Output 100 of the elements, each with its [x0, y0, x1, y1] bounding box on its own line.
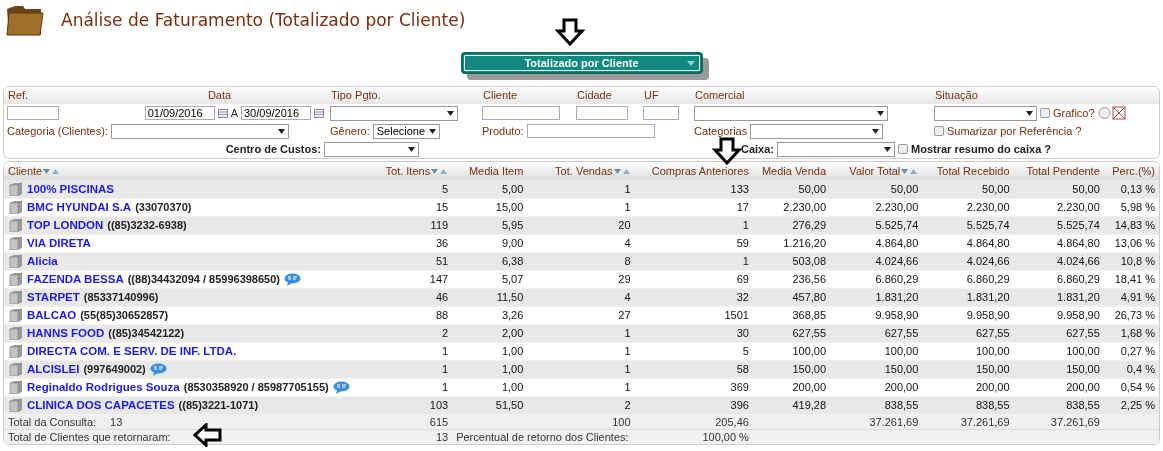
search-and-clear-icon[interactable] [1097, 106, 1126, 120]
field-label: Categoria (Clientes): [7, 125, 108, 137]
table-cell: 0,13 % [1103, 180, 1159, 198]
table-cell: 133 [634, 180, 753, 198]
range-label: A [230, 107, 238, 119]
sort-icon[interactable] [900, 168, 919, 175]
column-header: Perc.(%) [1103, 162, 1159, 180]
client-link[interactable]: DIRECTA COM. E SERV. DE INF. LTDA. [27, 345, 237, 357]
column-header[interactable]: Tot. Vendas [527, 162, 635, 180]
input-field[interactable] [7, 106, 59, 120]
caret-icon [872, 128, 880, 134]
phone-number: (85337140996) [83, 291, 159, 303]
table-cell: 1 [527, 180, 635, 198]
client-link[interactable]: TOP LONDON [27, 219, 104, 231]
sort-icon[interactable] [612, 168, 631, 175]
caret-icon [884, 146, 892, 152]
column-header[interactable]: Tot. Itens [366, 162, 453, 180]
column-header: Total Recebido [922, 162, 1014, 180]
field-label: Produto: [482, 125, 524, 137]
table-cell: Percentual de retorno dos Clientes: [452, 429, 635, 444]
caret-icon [877, 110, 884, 116]
input-field[interactable] [576, 106, 628, 120]
column-header[interactable]: Cliente [4, 162, 367, 180]
dropdown[interactable]: Selecione [372, 123, 440, 139]
checkbox-label: Mostrar resumo do caixa ? [911, 143, 1052, 155]
field-label: UF [644, 89, 659, 101]
caret-icon [1026, 110, 1033, 116]
table-cell: Total de Clientes que retornaram: [4, 429, 367, 444]
dropdown[interactable] [934, 105, 1037, 121]
chat-bubble-icon[interactable] [332, 380, 350, 394]
arrow-icon [192, 423, 222, 447]
input-field[interactable] [526, 124, 655, 138]
input-field[interactable] [643, 106, 679, 120]
caret-icon [428, 128, 436, 134]
phone-number: ((88)34432094 / 85996398650) [127, 273, 280, 285]
field-label: Categorias [694, 125, 748, 137]
client-link[interactable]: STARPET [27, 291, 80, 303]
field-label: Caixa: [741, 143, 775, 155]
box-icon [8, 362, 23, 376]
box-icon [8, 272, 23, 286]
checkbox[interactable] [934, 126, 944, 136]
dropdown[interactable] [777, 141, 896, 157]
field-label: Data [207, 89, 232, 101]
dropdown[interactable] [110, 123, 289, 139]
box-icon [8, 326, 23, 340]
field-label: Tipo Pgto. [331, 89, 381, 101]
chat-bubble-icon[interactable] [284, 272, 301, 286]
client-link[interactable]: BALCAO [27, 309, 77, 321]
column-header[interactable]: Valor Total [830, 162, 923, 180]
dropdown[interactable] [750, 123, 884, 139]
sort-icon[interactable] [42, 168, 61, 175]
box-icon [8, 236, 23, 250]
client-link[interactable]: VIA DIRETA [27, 237, 91, 249]
checkbox-label: Sumarizar por Referência ? [947, 125, 1082, 137]
client-link[interactable]: 100% PISCINAS [27, 182, 114, 195]
chat-bubble-icon[interactable] [149, 362, 167, 376]
total-label: Total da Consulta: [8, 415, 97, 428]
box-icon [8, 254, 23, 268]
field-label: Ref. [8, 89, 29, 101]
field-label: Cidade [577, 89, 612, 101]
client-link[interactable]: Reginaldo Rodrigues Souza [27, 381, 180, 393]
checkbox[interactable] [1040, 108, 1050, 118]
folder-icon [5, 3, 45, 37]
client-link[interactable]: CLINICA DOS CAPACETES [27, 399, 175, 411]
phone-number: (8530358920 / 85987705155) [183, 381, 329, 393]
box-icon [8, 290, 23, 304]
date-field[interactable]: 01/09/2016 [144, 106, 215, 120]
sort-icon[interactable] [430, 168, 449, 175]
client-link[interactable]: FAZENDA BESSA [27, 273, 124, 285]
box-icon [8, 398, 23, 412]
dropdown[interactable] [324, 141, 419, 157]
dropdown[interactable] [694, 105, 888, 121]
column-header: Media Item [452, 162, 528, 180]
phone-number: ((85)3232-6938) [107, 219, 187, 231]
table-cell: 5 [366, 180, 453, 198]
client-link[interactable]: ALCISLEI [27, 363, 80, 375]
field-label: Gênero: [330, 125, 370, 137]
calendar-icon[interactable] [314, 108, 324, 118]
arrow-icon [712, 137, 742, 165]
input-field[interactable] [482, 106, 560, 120]
phone-number: ((85)3221-1071) [178, 399, 259, 411]
field-label: Cliente [483, 89, 518, 101]
table-cell: 100,00 % [634, 429, 753, 444]
phone-number: ((85)34542122) [108, 327, 185, 339]
dropdown[interactable] [330, 105, 458, 121]
client-link[interactable]: Alicia [27, 255, 58, 267]
arrow-icon [555, 18, 585, 46]
client-link[interactable]: BMC HYUNDAI S.A [27, 201, 132, 213]
box-icon [8, 344, 23, 358]
calendar-icon[interactable] [217, 108, 228, 118]
column-header: Total Pendente [1013, 162, 1104, 180]
caret-icon [686, 61, 695, 66]
client-link[interactable]: HANNS FOOD [27, 327, 105, 339]
checkbox[interactable] [898, 144, 909, 154]
total-count: 13 [110, 415, 123, 428]
date-field[interactable]: 30/09/2016 [241, 106, 311, 120]
column-header: Compras Anteriores [634, 162, 753, 180]
phone-number: (55(85)30652857) [80, 309, 169, 321]
column-header: Media Venda [752, 162, 831, 180]
phone-number: (33070370) [135, 201, 192, 213]
